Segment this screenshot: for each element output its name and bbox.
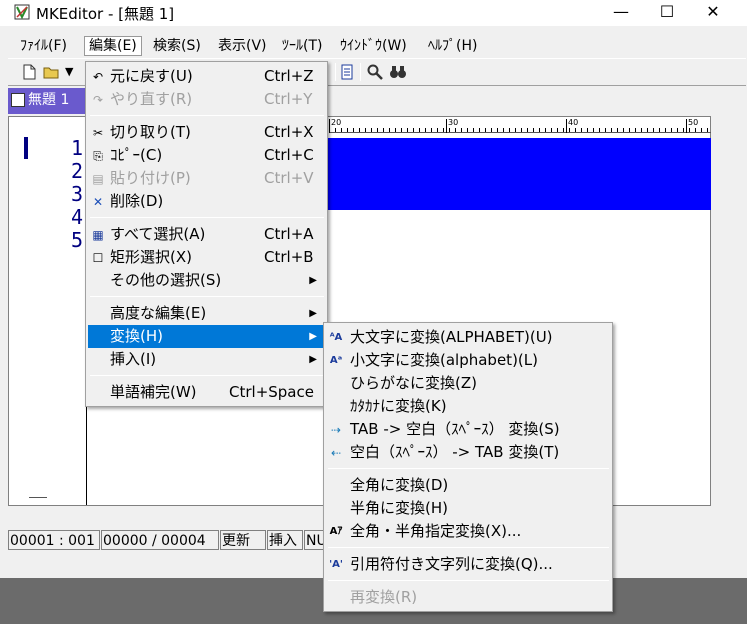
space-to-tab-icon: ⇠ (330, 446, 342, 460)
title-bar: MKEditor - [無題 1] — ☐ ✕ (0, 0, 747, 26)
open-dropdown-icon[interactable]: ▼ (65, 63, 83, 81)
paste-icon: ▤ (92, 172, 104, 186)
convert-submenu: ᴬA 大文字に変換(ALPHABET)(U) Aᵃ 小文字に変換(alphabe… (323, 322, 613, 612)
status-char-count: 00000 / 00004 (101, 530, 219, 550)
menu-separator (328, 580, 609, 581)
search-icon[interactable] (366, 63, 384, 81)
document-tab[interactable]: 無題 1 (8, 88, 88, 114)
current-line-marker (24, 137, 28, 159)
text-selection (327, 138, 711, 210)
menu-item-copy[interactable]: ⎘ ｺﾋﾟｰ(C) Ctrl+C (88, 144, 327, 167)
menu-item-tab-to-space[interactable]: ⇢ TAB -> 空白（ｽﾍﾟｰｽ） 変換(S) (326, 418, 612, 441)
menu-separator (90, 217, 324, 218)
menu-file[interactable]: ﾌｧｲﾙ(F) (16, 36, 71, 56)
menu-item-insert[interactable]: 挿入(I) ▶ (88, 348, 327, 371)
ruler-tick-label: 30 (446, 119, 458, 133)
menu-item-to-halfwidth[interactable]: 半角に変換(H) (326, 497, 612, 520)
submenu-arrow-icon: ▶ (309, 275, 317, 286)
close-button[interactable]: ✕ (690, 0, 736, 26)
scissors-icon: ✂ (92, 126, 104, 140)
toolbar-separator (360, 63, 361, 81)
line-number: 5 (70, 228, 83, 252)
menu-window[interactable]: ｳｲﾝﾄﾞｳ(W) (336, 36, 411, 56)
menu-item-to-uppercase[interactable]: ᴬA 大文字に変換(ALPHABET)(U) (326, 326, 612, 349)
scroll-marker (29, 497, 47, 498)
menu-item-reconvert[interactable]: 再変換(R) (326, 586, 612, 609)
menu-item-to-lowercase[interactable]: Aᵃ 小文字に変換(alphabet)(L) (326, 349, 612, 372)
quote-icon: 'A' (329, 559, 343, 570)
menu-item-to-hiragana[interactable]: ひらがなに変換(Z) (326, 372, 612, 395)
menu-item-delete[interactable]: ✕ 削除(D) (88, 190, 327, 213)
submenu-arrow-icon: ▶ (309, 331, 317, 342)
edit-menu-dropdown: ↶ 元に戻す(U) Ctrl+Z ↷ やり直す(R) Ctrl+Y ✂ 切り取り… (85, 61, 328, 407)
mkeditor-app-icon (14, 4, 30, 20)
menu-separator (90, 115, 324, 116)
copy-icon: ⎘ (93, 149, 103, 163)
menu-item-cut[interactable]: ✂ 切り取り(T) Ctrl+X (88, 121, 327, 144)
menu-help[interactable]: ﾍﾙﾌﾟ(H) (424, 36, 481, 56)
menu-separator (328, 547, 609, 548)
status-insert-mode: 挿入 (267, 530, 303, 550)
menu-item-undo[interactable]: ↶ 元に戻す(U) Ctrl+Z (88, 65, 327, 88)
menu-separator (328, 468, 609, 469)
menu-edit[interactable]: 編集(E) (84, 36, 142, 56)
window-title: MKEditor - [無題 1] (36, 5, 175, 23)
maximize-button[interactable]: ☐ (644, 0, 690, 26)
delete-x-icon: ✕ (92, 195, 104, 209)
menu-item-other-select[interactable]: その他の選択(S) ▶ (88, 269, 327, 292)
menu-item-redo[interactable]: ↷ やり直す(R) Ctrl+Y (88, 88, 327, 111)
tab-to-space-icon: ⇢ (330, 423, 342, 437)
ruler-tick-label: 20 (329, 119, 341, 133)
menu-item-convert[interactable]: 変換(H) ▶ (88, 325, 327, 348)
menu-bar: ﾌｧｲﾙ(F) 編集(E) 検索(S) 表示(V) ﾂｰﾙ(T) ｳｲﾝﾄﾞｳ(… (8, 35, 746, 57)
line-number: 3 (70, 182, 83, 206)
menu-item-advanced-edit[interactable]: 高度な編集(E) ▶ (88, 302, 327, 325)
menu-item-width-convert[interactable]: Aｱ 全角・半角指定変換(X)... (326, 520, 612, 543)
menu-search[interactable]: 検索(S) (149, 36, 205, 56)
binoculars-icon[interactable] (389, 63, 407, 81)
open-folder-icon[interactable] (42, 63, 60, 81)
menu-separator (90, 375, 324, 376)
width-convert-icon: Aｱ (329, 526, 343, 537)
submenu-arrow-icon: ▶ (309, 308, 317, 319)
menu-item-rect-select[interactable]: ☐ 矩形選択(X) Ctrl+B (88, 246, 327, 269)
menu-view[interactable]: 表示(V) (214, 36, 271, 56)
line-number: 2 (70, 159, 83, 183)
new-file-icon[interactable] (20, 63, 38, 81)
ruler-tick-label: 40 (566, 119, 578, 133)
document-icon[interactable] (338, 63, 356, 81)
column-ruler: 20 30 40 50 (329, 119, 711, 133)
submenu-arrow-icon: ▶ (309, 354, 317, 365)
minimize-button[interactable]: — (598, 0, 644, 26)
redo-icon: ↷ (92, 93, 104, 107)
menu-separator (90, 296, 324, 297)
menu-item-quoted-string[interactable]: 'A' 引用符付き文字列に変換(Q)... (326, 553, 612, 576)
toolbar-separator (335, 63, 336, 81)
document-tab-label: 無題 1 (28, 92, 70, 108)
status-modified: 更新 (220, 530, 266, 550)
line-number: 4 (70, 205, 83, 229)
menu-item-to-katakana[interactable]: ｶﾀｶﾅに変換(K) (326, 395, 612, 418)
menu-tools[interactable]: ﾂｰﾙ(T) (278, 36, 326, 56)
menu-item-space-to-tab[interactable]: ⇠ 空白（ｽﾍﾟｰｽ） -> TAB 変換(T) (326, 441, 612, 464)
menu-item-paste[interactable]: ▤ 貼り付け(P) Ctrl+V (88, 167, 327, 190)
ruler-tick-label: 50 (686, 119, 698, 133)
menu-item-word-complete[interactable]: 単語補完(W) Ctrl+Space (88, 381, 327, 404)
uppercase-icon: ᴬA (329, 332, 343, 343)
status-cursor-position: 00001 : 001 (8, 530, 100, 550)
undo-icon: ↶ (92, 70, 104, 84)
select-all-icon: ▦ (92, 228, 104, 242)
lowercase-icon: Aᵃ (329, 355, 343, 366)
rectangle-select-icon: ☐ (92, 251, 104, 265)
menu-item-to-fullwidth[interactable]: 全角に変換(D) (326, 474, 612, 497)
line-number: 1 (70, 136, 83, 160)
menu-item-select-all[interactable]: ▦ すべて選択(A) Ctrl+A (88, 223, 327, 246)
document-edit-icon (11, 93, 25, 107)
